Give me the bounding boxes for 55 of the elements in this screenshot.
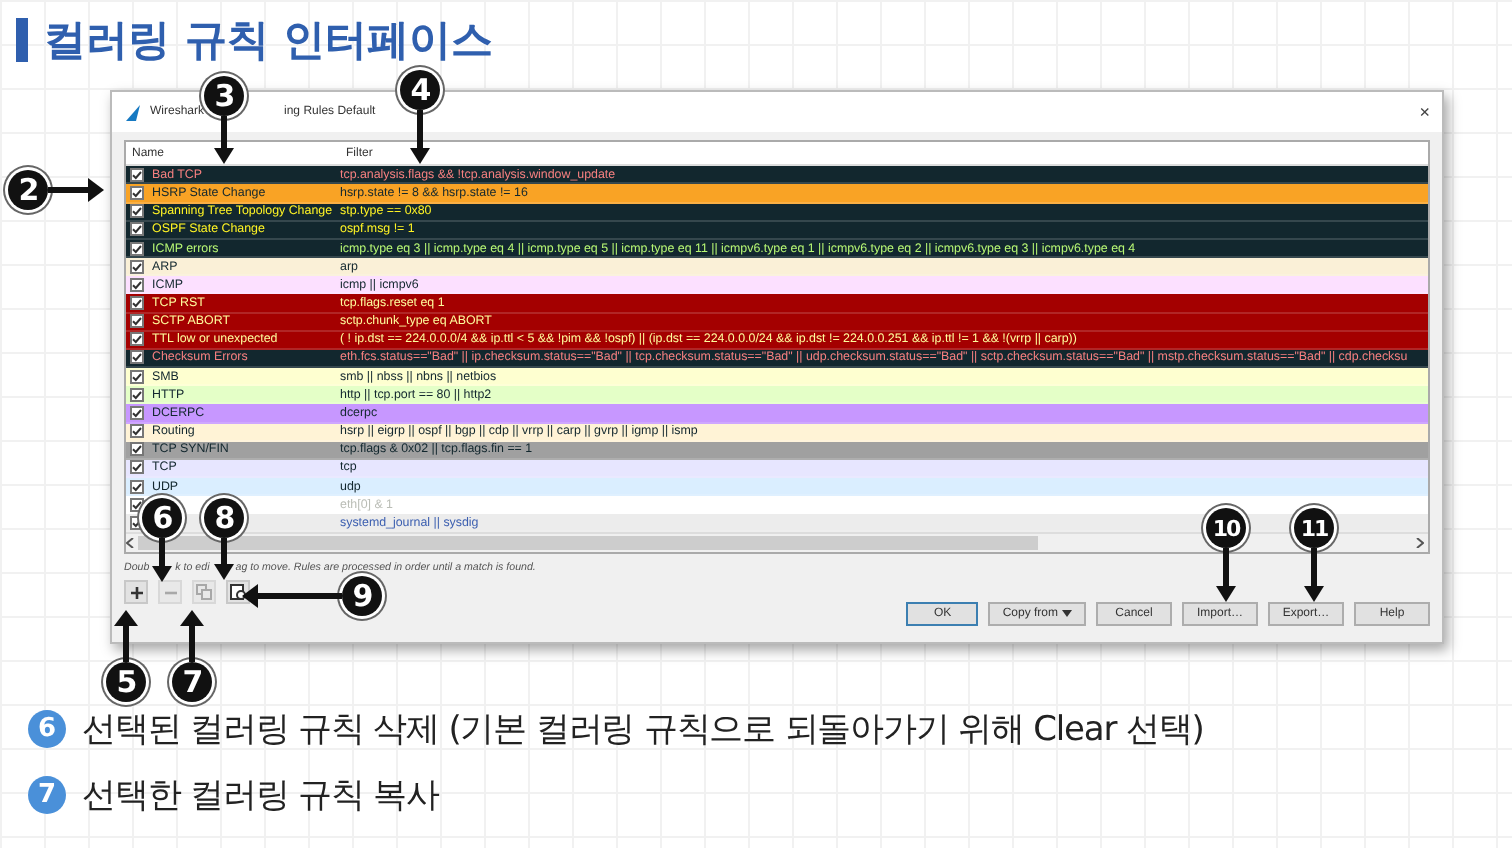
clear-icon	[230, 584, 246, 600]
callout-number: 8	[204, 498, 244, 538]
fin-icon	[124, 103, 142, 121]
checkbox[interactable]	[130, 259, 144, 274]
note-text: 선택한 컬러링 규칙 복사	[82, 773, 439, 817]
checkbox[interactable]	[130, 167, 144, 182]
callout-number: 4	[400, 70, 440, 110]
callout-arrow	[214, 116, 234, 164]
checkbox[interactable]	[130, 405, 144, 420]
checkbox[interactable]	[130, 204, 144, 219]
scroll-left-icon[interactable]	[126, 538, 134, 549]
close-button[interactable]: ×	[1419, 102, 1430, 122]
callout-arrow	[48, 178, 104, 202]
callout-number: 9	[342, 576, 382, 616]
callout-arrow	[114, 610, 138, 662]
plus-icon	[129, 585, 143, 599]
caret-icon	[1062, 610, 1072, 618]
callout-number: 6	[142, 498, 182, 538]
copy-icon	[196, 584, 212, 600]
checkbox[interactable]	[130, 186, 144, 201]
callout-arrow	[410, 110, 430, 164]
callout-arrow	[214, 538, 234, 580]
checkbox[interactable]	[130, 479, 144, 494]
callout-number: 3	[204, 76, 244, 116]
checkbox[interactable]	[130, 424, 144, 439]
clear-button[interactable]	[226, 580, 250, 604]
callout-arrow	[152, 538, 172, 582]
step-number: 7	[28, 775, 66, 813]
checkbox[interactable]	[130, 222, 144, 237]
callout-number: 5	[106, 662, 146, 702]
checkbox[interactable]	[130, 387, 144, 402]
callout-arrow	[1216, 548, 1236, 602]
scroll-right-icon[interactable]	[1416, 538, 1424, 549]
add-button[interactable]	[124, 580, 148, 604]
callout-number: 11	[1294, 508, 1334, 548]
note-text: 선택된 컬러링 규칙 삭제 (기본 컬러링 규칙으로 되돌아가기 위해 Clear 선택)	[82, 707, 1204, 751]
step-number: 6	[28, 709, 66, 747]
callout-number: 10	[1206, 508, 1246, 548]
checkbox[interactable]	[130, 241, 144, 256]
callout-arrow	[1304, 548, 1324, 602]
checkbox[interactable]	[130, 497, 144, 512]
checkbox[interactable]	[130, 332, 144, 347]
checkbox[interactable]	[130, 369, 144, 384]
checkbox[interactable]	[130, 314, 144, 329]
callout-number: 2	[8, 170, 48, 210]
scroll-thumb[interactable]	[138, 536, 1038, 551]
checkbox[interactable]	[130, 350, 144, 365]
checkbox[interactable]	[130, 296, 144, 310]
slide-title: 컬러링 규칙 인터페이스	[44, 14, 494, 68]
checkbox[interactable]	[130, 277, 144, 292]
callout-arrow	[180, 610, 204, 662]
callout-number: 7	[172, 662, 212, 702]
checkbox[interactable]	[130, 460, 144, 475]
callout-arrow	[242, 584, 342, 608]
checkbox[interactable]	[130, 442, 144, 457]
